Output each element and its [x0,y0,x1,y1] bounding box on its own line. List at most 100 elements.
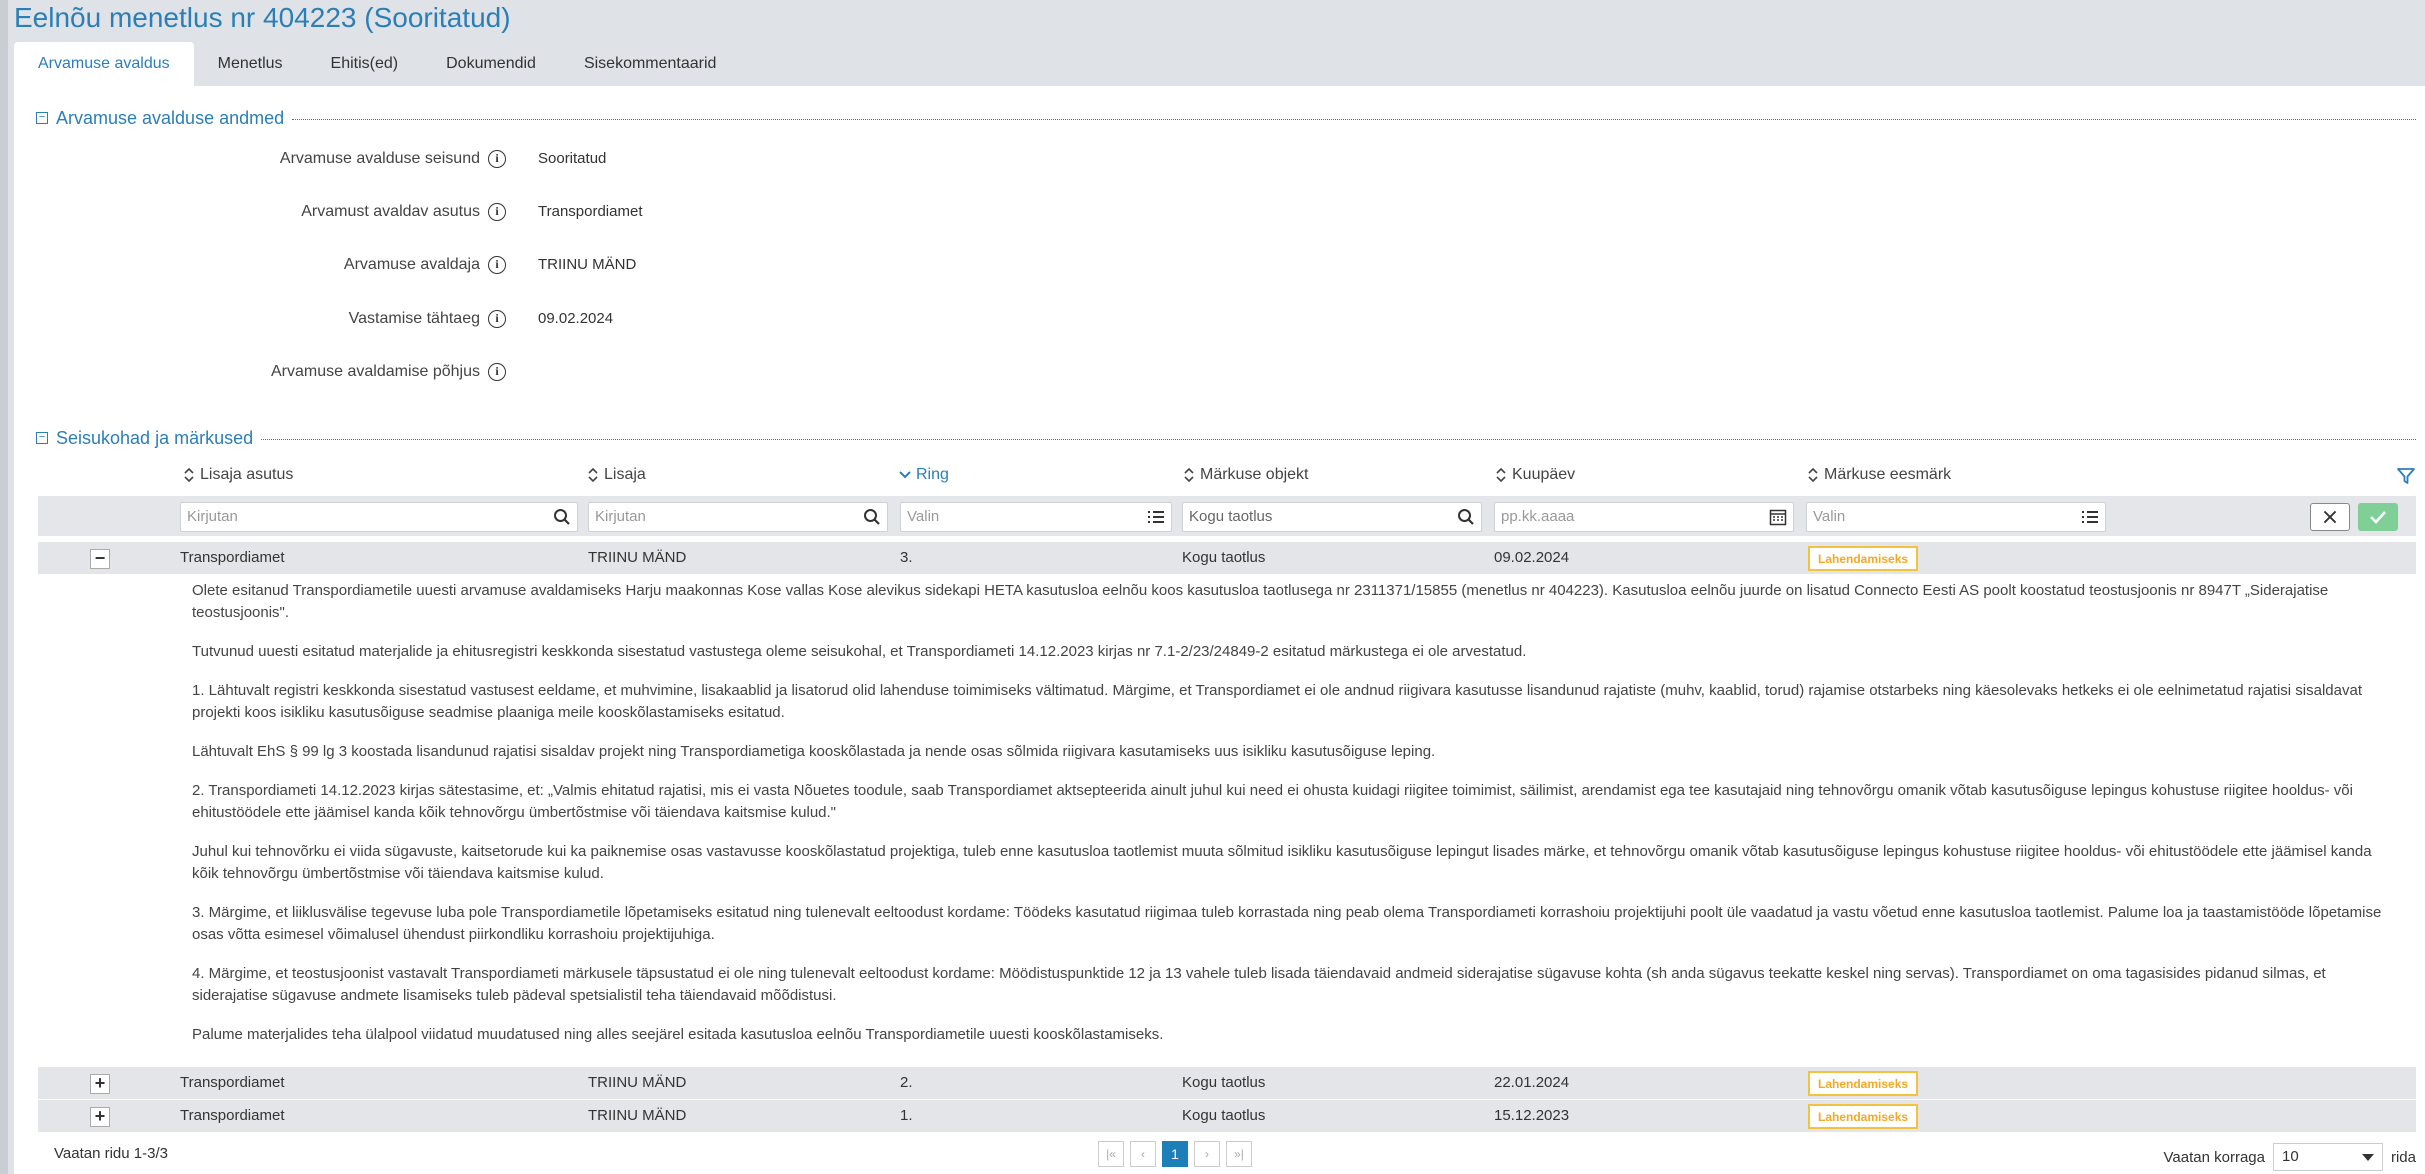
section-header-avalduse-andmed: − Arvamuse avalduse andmed [36,106,2416,130]
column-header-lisaja-asutus[interactable]: Lisaja asutus [182,460,293,490]
tab-dokumendid[interactable]: Dokumendid [422,42,560,86]
column-label: Märkuse eesmärk [1824,466,1952,483]
column-label: Lisaja [604,466,646,483]
page: Eelnõu menetlus nr 404223 (Sooritatud) A… [14,0,2425,1174]
check-icon [2370,511,2386,524]
section-title: Seisukohad ja märkused [56,427,254,448]
info-icon[interactable]: i [488,203,506,221]
expand-row-button[interactable]: + [90,1107,110,1127]
collapse-toggle[interactable]: − [36,112,48,124]
cell-asutus: Transpordiamet [180,1074,285,1091]
pagination: |« ‹ 1 › »| [1098,1141,1252,1167]
field-label: Arvamuse avalduse seisund [279,150,480,167]
apply-filters-button[interactable] [2358,503,2398,531]
section-title: Arvamuse avalduse andmed [56,107,285,128]
table-row[interactable]: + Transpordiamet TRIINU MÄND 2. Kogu tao… [38,1067,2416,1099]
column-header-markuse-objekt[interactable]: Märkuse objekt [1182,460,1309,490]
search-icon[interactable] [863,508,881,526]
section-divider [292,118,2416,120]
info-icon[interactable]: i [488,310,506,328]
cell-ring: 1. [900,1107,913,1124]
list-icon[interactable] [2081,508,2099,526]
field-tahtaeg: Vastamise tähtaeg i 09.02.2024 [14,304,914,334]
page-title: Eelnõu menetlus nr 404223 (Sooritatud) [14,2,511,33]
table-row[interactable]: − Transpordiamet TRIINU MÄND 3. Kogu tao… [38,542,2416,574]
field-value: Sooritatud [538,150,607,167]
collapse-row-button[interactable]: − [90,549,110,569]
section-header-seisukohad: − Seisukohad ja märkused [36,426,2416,450]
field-value: Transpordiamet [538,203,643,220]
cell-kuupaev: 15.12.2023 [1494,1107,1570,1124]
prev-page-button[interactable]: ‹ [1130,1141,1156,1167]
column-header-lisaja[interactable]: Lisaja [586,460,646,490]
cell-objekt: Kogu taotlus [1182,1074,1266,1091]
first-page-button[interactable]: |« [1098,1141,1124,1167]
filter-kuupaev[interactable]: pp.kk.aaaa [1494,502,1794,532]
detail-paragraph: Olete esitanud Transpordiametile uuesti … [192,582,2329,621]
field-avaldaja: Arvamuse avaldaja i TRIINU MÄND [14,250,914,280]
next-page-button[interactable]: › [1194,1141,1220,1167]
list-icon[interactable] [1147,508,1165,526]
info-icon[interactable]: i [488,150,506,168]
filter-placeholder: pp.kk.aaaa [1501,508,1575,525]
sort-descending-icon [899,471,911,479]
tab-arvamuse-avaldus[interactable]: Arvamuse avaldus [14,42,194,86]
cell-asutus: Transpordiamet [180,1107,285,1124]
info-icon[interactable]: i [488,363,506,381]
sort-icon [184,467,194,483]
column-header-markuse-eesmark[interactable]: Märkuse eesmärk [1806,460,1951,490]
info-icon[interactable]: i [488,256,506,274]
detail-paragraph: Tutvunud uuesti esitatud materjalide ja … [192,643,1527,660]
detail-paragraph: Lähtuvalt EhS § 99 lg 3 koostada lisandu… [192,743,1436,760]
search-icon[interactable] [1457,508,1475,526]
left-edge-strip [0,0,8,1174]
status-badge: Lahendamiseks [1808,1071,1919,1096]
tab-sisekommentaarid[interactable]: Sisekommentaarid [560,42,741,86]
last-page-button[interactable]: »| [1226,1141,1252,1167]
collapse-toggle[interactable]: − [36,432,48,444]
filter-placeholder: Kirjutan [187,508,238,525]
cell-kuupaev: 22.01.2024 [1494,1074,1570,1091]
search-icon[interactable] [553,508,571,526]
clear-filters-button[interactable] [2310,503,2350,531]
cell-objekt: Kogu taotlus [1182,549,1266,566]
column-label: Ring [916,466,949,483]
filter-lisaja[interactable]: Kirjutan [588,502,888,532]
cell-lisaja: TRIINU MÄND [588,1074,687,1091]
per-page-select[interactable]: 10 [2272,1143,2383,1171]
filter-icon[interactable] [2396,466,2416,486]
field-label: Vastamise tähtaeg [348,310,480,327]
status-badge: Lahendamiseks [1808,1104,1919,1129]
filter-markuse-eesmark[interactable]: Valin [1806,502,2106,532]
column-header-kuupaev[interactable]: Kuupäev [1494,460,1575,490]
page-button-current[interactable]: 1 [1162,1141,1188,1167]
tab-ehitised[interactable]: Ehitis(ed) [307,42,423,86]
expand-row-button[interactable]: + [90,1074,110,1094]
table-header: Lisaja asutus Lisaja Ring Märkuse objekt… [38,460,2416,490]
column-header-ring[interactable]: Ring [898,460,949,490]
cell-ring: 3. [900,549,913,566]
filter-markuse-objekt[interactable]: Kogu taotlus [1182,502,1482,532]
table-footer: Vaatan ridu 1-3/3 |« ‹ 1 › »| Vaatan kor… [38,1135,2416,1174]
filter-value: Kogu taotlus [1189,508,1273,525]
table-row[interactable]: + Transpordiamet TRIINU MÄND 1. Kogu tao… [38,1100,2416,1132]
field-value: TRIINU MÄND [538,256,637,273]
per-page-label: Vaatan korraga [2163,1148,2265,1166]
tab-menetlus[interactable]: Menetlus [194,42,307,86]
calendar-icon[interactable] [1769,508,1787,526]
rows-info: Vaatan ridu 1-3/3 [54,1145,168,1162]
sort-icon [1184,467,1194,483]
cell-objekt: Kogu taotlus [1182,1107,1266,1124]
detail-paragraph: Juhul kui tehnovõrku ei viida sügavuste,… [192,843,2372,882]
tab-bar: Arvamuse avaldus Menetlus Ehitis(ed) Dok… [14,42,740,86]
filter-placeholder: Valin [1813,508,1846,525]
sort-icon [1808,467,1818,483]
filter-ring[interactable]: Valin [900,502,1172,532]
filter-lisaja-asutus[interactable]: Kirjutan [180,502,578,532]
cell-asutus: Transpordiamet [180,549,285,566]
filter-placeholder: Kirjutan [595,508,646,525]
detail-paragraph: 3. Märgime, et liiklusvälise tegevuse lu… [192,904,2382,943]
cell-kuupaev: 09.02.2024 [1494,549,1570,566]
column-label: Märkuse objekt [1200,466,1309,483]
field-label: Arvamuse avaldamise põhjus [271,363,480,380]
